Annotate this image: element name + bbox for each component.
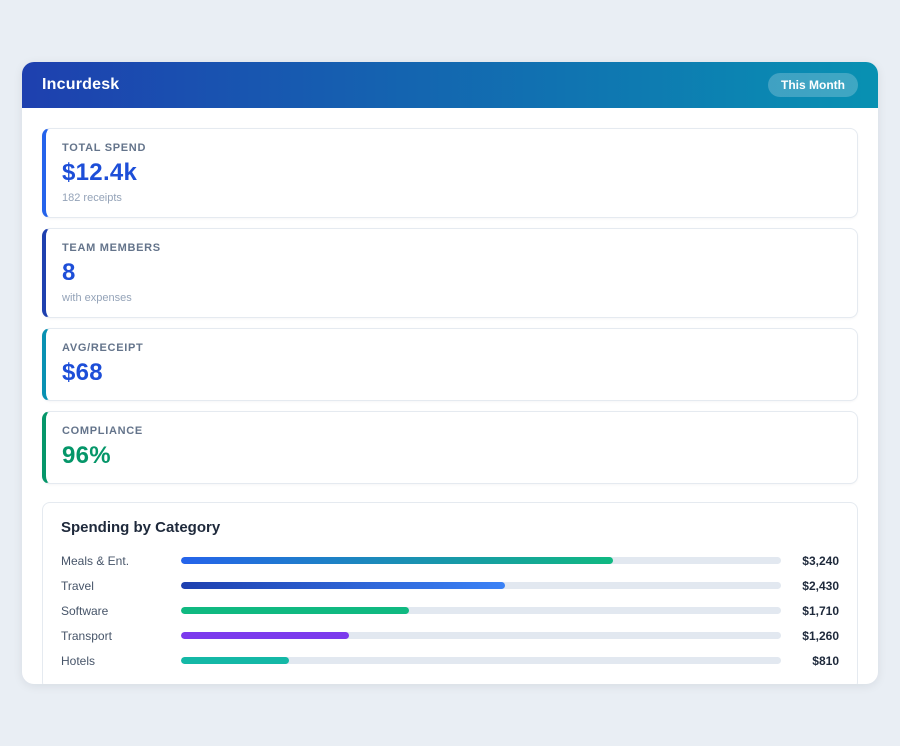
category-bar-track (181, 582, 781, 589)
dashboard-card: Incurdesk This Month TOTAL SPEND $12.4k … (22, 62, 878, 684)
stat-value: 96% (62, 442, 841, 470)
stat-label: TEAM MEMBERS (62, 242, 841, 254)
category-row: Travel $2,430 (61, 573, 839, 598)
stat-label: TOTAL SPEND (62, 142, 841, 154)
period-badge[interactable]: This Month (768, 73, 858, 97)
chart-title: Spending by Category (61, 519, 839, 536)
category-bar-fill (181, 582, 505, 589)
category-label: Travel (61, 579, 181, 593)
category-bar-track (181, 557, 781, 564)
spending-chart-card: Spending by Category Meals & Ent. $3,240… (42, 502, 858, 684)
chart-rows: Meals & Ent. $3,240 Travel $2,430 (61, 548, 839, 673)
stat-value: $68 (62, 359, 841, 387)
category-value: $1,260 (781, 629, 839, 643)
category-row: Software $1,710 (61, 598, 839, 623)
category-bar-track (181, 607, 781, 614)
category-label: Meals & Ent. (61, 554, 181, 568)
category-value: $2,430 (781, 579, 839, 593)
category-label: Software (61, 604, 181, 618)
stat-card: COMPLIANCE 96% (42, 411, 858, 484)
stat-card: TOTAL SPEND $12.4k 182 receipts (42, 128, 858, 218)
stat-label: COMPLIANCE (62, 425, 841, 437)
category-bar-fill (181, 632, 349, 639)
category-bar-track (181, 657, 781, 664)
app-title: Incurdesk (42, 76, 119, 94)
stat-card: TEAM MEMBERS 8 with expenses (42, 228, 858, 318)
category-value: $810 (781, 654, 839, 668)
stat-label: AVG/RECEIPT (62, 342, 841, 354)
category-row: Hotels $810 (61, 648, 839, 673)
category-label: Transport (61, 629, 181, 643)
app-body: TOTAL SPEND $12.4k 182 receipts TEAM MEM… (22, 108, 878, 684)
stat-value: $12.4k (62, 159, 841, 187)
category-bar-fill (181, 657, 289, 664)
stat-value: 8 (62, 259, 841, 287)
app-header: Incurdesk This Month (22, 62, 878, 108)
category-label: Hotels (61, 654, 181, 668)
category-row: Transport $1,260 (61, 623, 839, 648)
stat-sub: with expenses (62, 292, 841, 304)
page-background: Incurdesk This Month TOTAL SPEND $12.4k … (0, 0, 900, 746)
category-bar-track (181, 632, 781, 639)
category-bar-fill (181, 557, 613, 564)
category-value: $3,240 (781, 554, 839, 568)
category-value: $1,710 (781, 604, 839, 618)
stat-sub: 182 receipts (62, 192, 841, 204)
category-row: Meals & Ent. $3,240 (61, 548, 839, 573)
stat-card: AVG/RECEIPT $68 (42, 328, 858, 401)
category-bar-fill (181, 607, 409, 614)
